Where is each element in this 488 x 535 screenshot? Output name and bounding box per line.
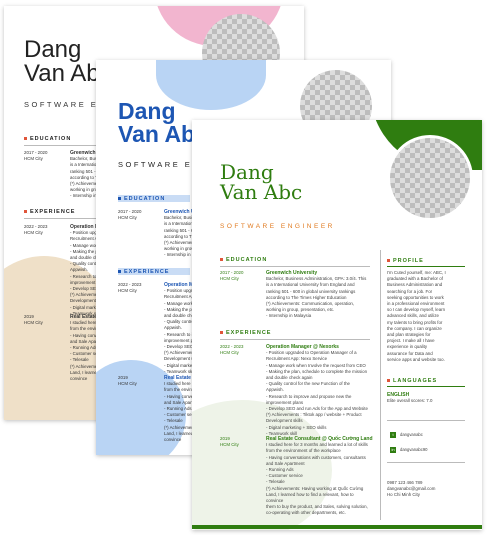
twitter-icon: t: [390, 432, 396, 438]
contact-info: 0987 123 466 789 dangvanabc@gmail.com Ho…: [387, 480, 436, 498]
profile-text: I'm Cuted yourself, me: ABC, I graduated…: [387, 270, 446, 362]
section-experience: EXPERIENCE: [118, 269, 169, 275]
section-education: EDUCATION: [24, 136, 71, 142]
section-experience: EXPERIENCE: [220, 330, 271, 336]
section-profile: PROFILE: [387, 258, 424, 264]
name-line-1: Dang: [24, 36, 82, 63]
resume-sheet-front: Dang Van Abc SOFTWARE ENGINEER EDUCATION…: [192, 120, 482, 530]
section-experience: EXPERIENCE: [24, 209, 75, 215]
section-education: EDUCATION: [220, 257, 267, 263]
linkedin-link[interactable]: in dangvanabc90: [390, 447, 427, 453]
section-education: EDUCATION: [118, 196, 165, 202]
language-entry: ENGLISH Elite overall scores: 7.0: [387, 392, 433, 404]
section-languages: LANGUAGES: [387, 378, 437, 384]
name-line-2: Van Abc: [220, 180, 303, 205]
linkedin-icon: in: [390, 447, 396, 453]
resume-name: Dang Van Ab: [118, 98, 196, 148]
resume-name: Dang Van Abc: [220, 162, 302, 203]
job-title: SOFTWARE ENGINEER: [220, 223, 335, 230]
name-line-2: Van Ab: [118, 121, 196, 148]
name-line-1: Dang: [220, 160, 274, 184]
name-line-1: Dang: [118, 98, 176, 124]
twitter-link[interactable]: t dangvanabc: [390, 432, 423, 438]
photo-placeholder: [387, 135, 473, 221]
